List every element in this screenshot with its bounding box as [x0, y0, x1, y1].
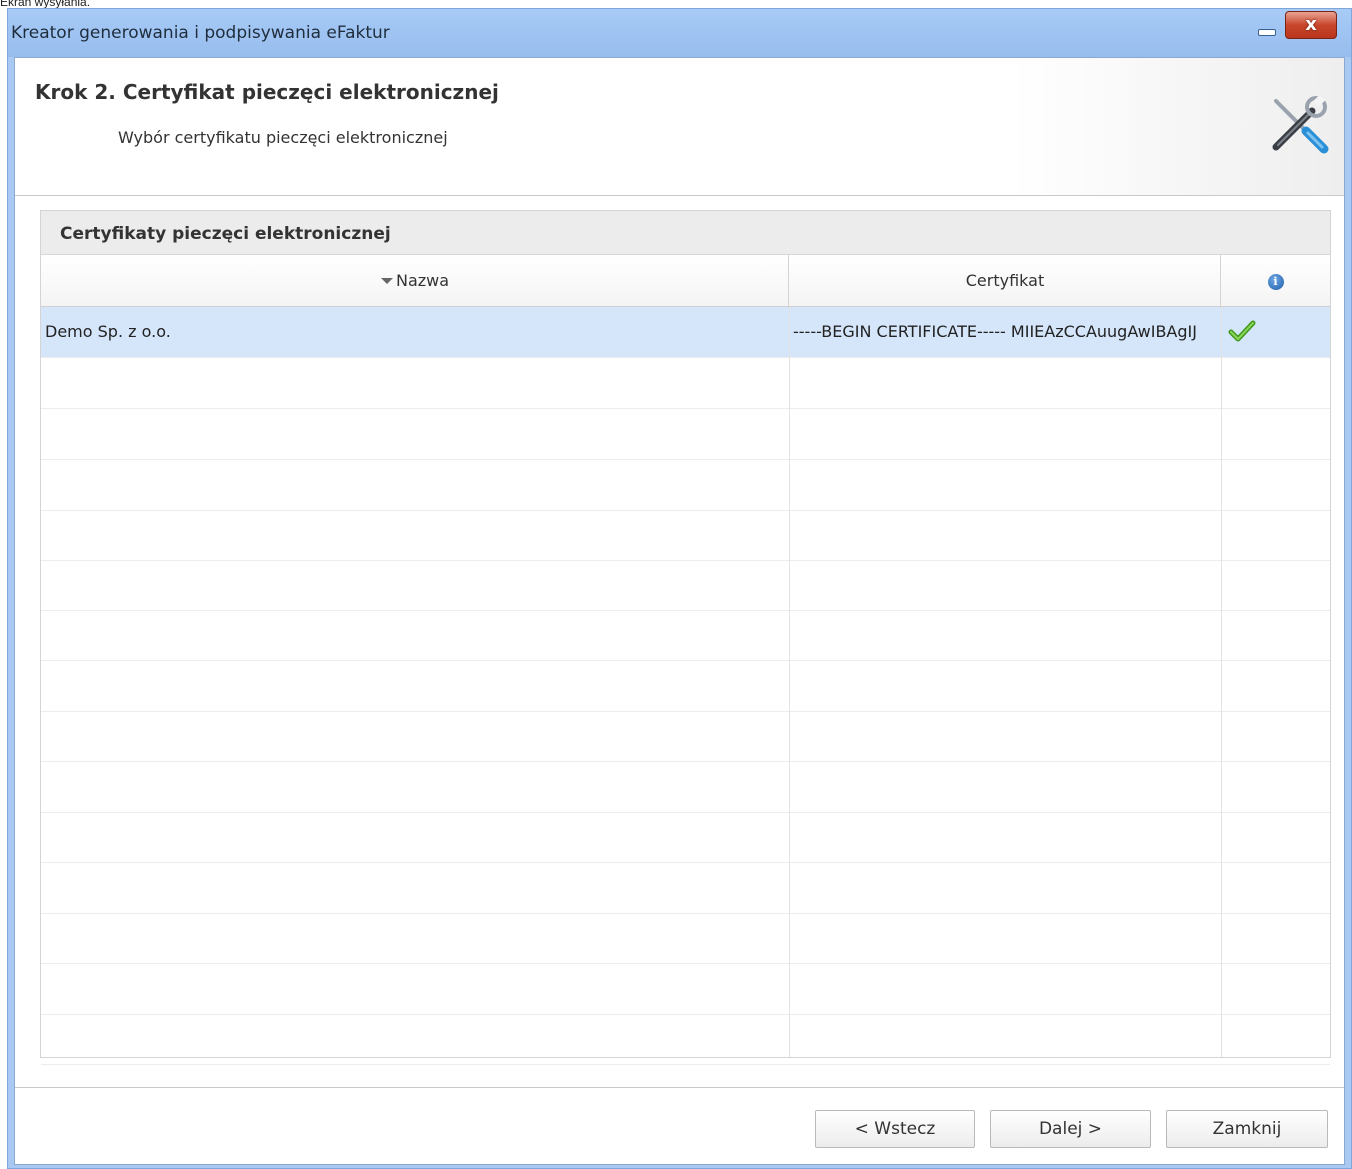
empty-row [41, 964, 1330, 1015]
empty-row [41, 913, 1330, 964]
window-title: Kreator generowania i podpisywania eFakt… [11, 23, 390, 43]
grid-body: Demo Sp. z o.o. -----BEGIN CERTIFICATE--… [41, 307, 1330, 1065]
column-header-name[interactable]: Nazwa [41, 255, 789, 306]
empty-row [41, 460, 1330, 511]
close-window-button[interactable]: x [1285, 11, 1337, 39]
certificates-grid: Nazwa Certyfikat i Demo Sp. z o.o. -----… [41, 255, 1330, 1065]
empty-row [41, 358, 1330, 409]
column-line [789, 307, 790, 1057]
step-subtitle: Wybór certyfikatu pieczęci elektroniczne… [118, 128, 448, 147]
next-button[interactable]: Dalej > [990, 1110, 1151, 1148]
empty-row [41, 812, 1330, 863]
panel-title: Certyfikaty pieczęci elektronicznej [60, 224, 391, 244]
panel-header: Certyfikaty pieczęci elektronicznej [41, 211, 1330, 255]
back-button[interactable]: < Wstecz [815, 1110, 975, 1148]
column-header-certificate[interactable]: Certyfikat [789, 255, 1221, 306]
empty-row [41, 863, 1330, 914]
close-button[interactable]: Zamknij [1166, 1110, 1328, 1148]
column-header-info[interactable]: i [1221, 255, 1330, 306]
title-bar[interactable]: Kreator generowania i podpisywania eFakt… [8, 9, 1351, 57]
empty-row [41, 409, 1330, 460]
tools-icon [1272, 94, 1329, 154]
table-row[interactable]: Demo Sp. z o.o. -----BEGIN CERTIFICATE--… [41, 307, 1330, 358]
column-header-name-label: Nazwa [395, 271, 450, 290]
empty-row [41, 711, 1330, 762]
column-line [1221, 307, 1222, 1057]
wizard-window: Kreator generowania i podpisywania eFakt… [7, 8, 1352, 1169]
step-header: Krok 2. Certyfikat pieczęci elektroniczn… [15, 58, 1344, 196]
empty-row [41, 560, 1330, 611]
check-icon [1228, 320, 1256, 342]
cell-certificate: -----BEGIN CERTIFICATE----- MIIEAzCCAuug… [793, 322, 1197, 341]
column-header-certificate-label: Certyfikat [965, 271, 1045, 290]
cell-status [1224, 307, 1264, 357]
footer-divider [15, 1087, 1344, 1088]
sort-desc-icon [380, 277, 393, 284]
step-title: Krok 2. Certyfikat pieczęci elektroniczn… [35, 80, 499, 104]
wizard-content: Krok 2. Certyfikat pieczęci elektroniczn… [14, 57, 1345, 1165]
grid-header: Nazwa Certyfikat i [41, 255, 1330, 307]
empty-row [41, 661, 1330, 712]
empty-row [41, 1014, 1330, 1065]
minimize-icon [1258, 29, 1276, 36]
empty-row [41, 762, 1330, 813]
certificates-panel: Certyfikaty pieczęci elektronicznej Nazw… [40, 210, 1331, 1065]
info-icon: i [1267, 273, 1284, 290]
empty-row [41, 610, 1330, 661]
empty-row [41, 510, 1330, 561]
cell-name: Demo Sp. z o.o. [45, 322, 171, 341]
minimize-button[interactable] [1248, 15, 1282, 39]
